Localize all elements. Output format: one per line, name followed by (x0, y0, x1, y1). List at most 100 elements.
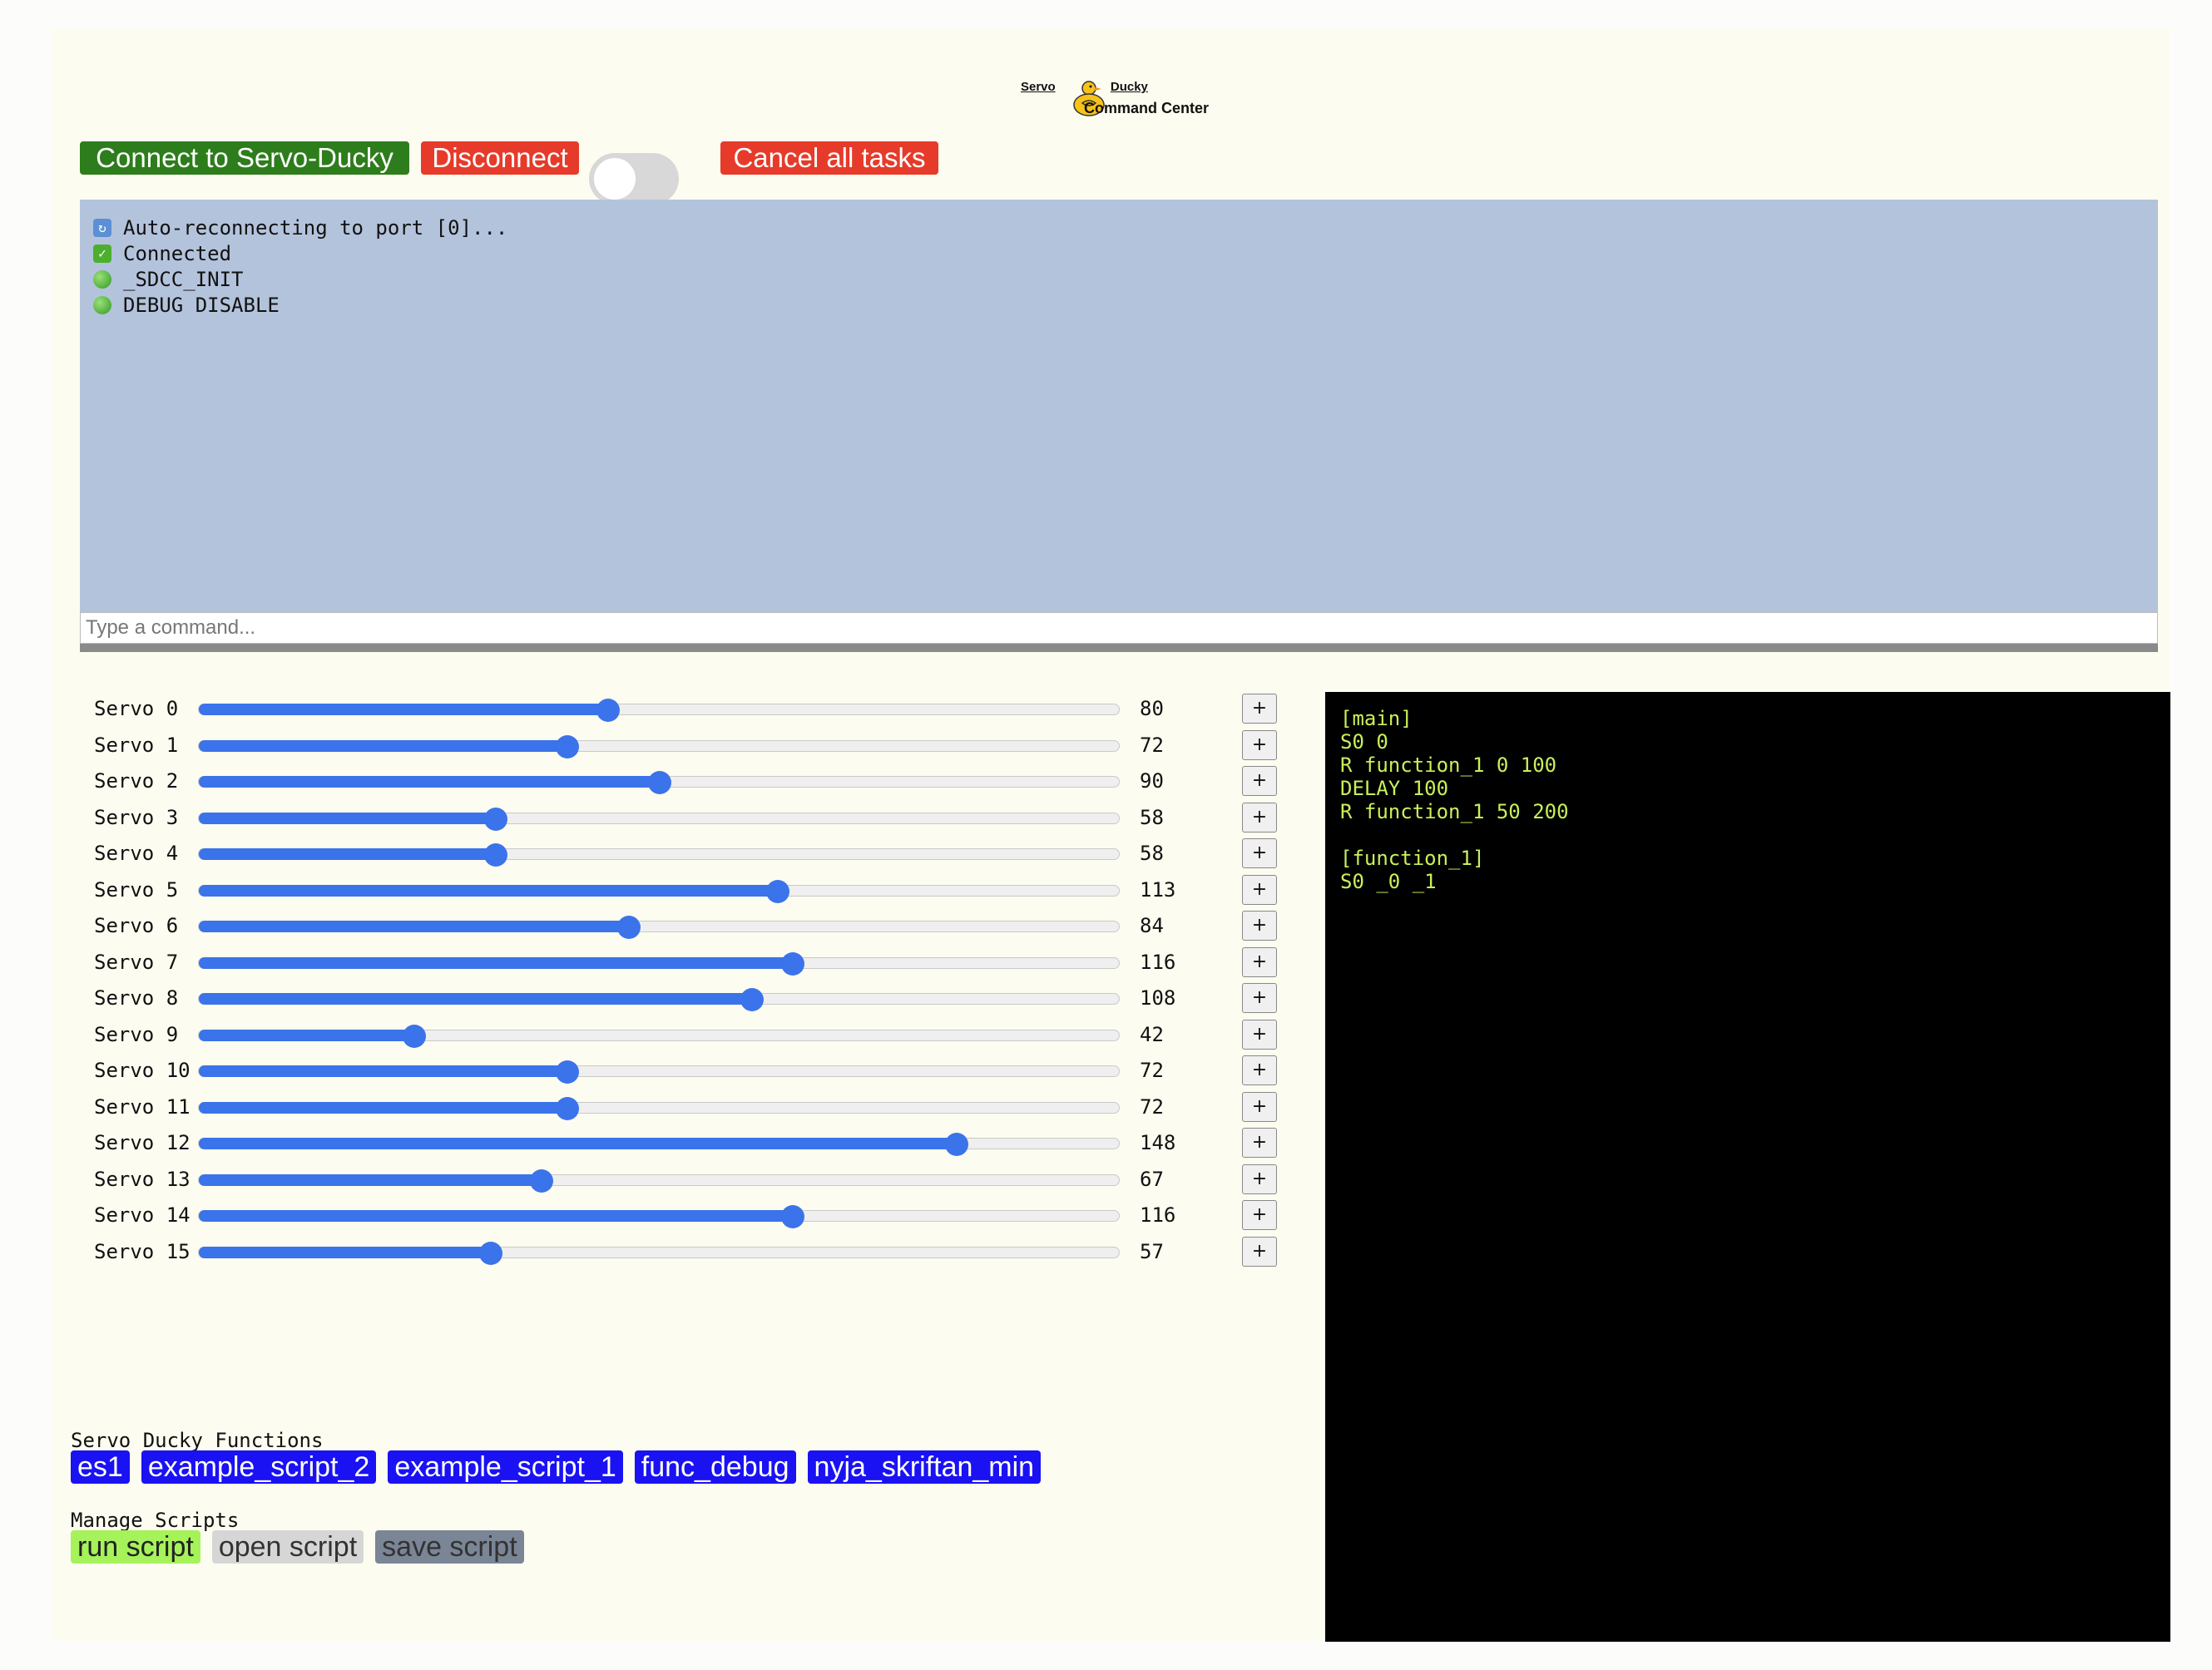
servo-slider-thumb[interactable] (740, 988, 764, 1011)
servo-slider-fill (199, 848, 497, 860)
servo-slider[interactable] (198, 1241, 1120, 1265)
servo-label: Servo 5 (94, 877, 179, 902)
servo-slider-thumb[interactable] (402, 1024, 426, 1048)
toggle-switch[interactable] (589, 153, 679, 205)
servo-slider[interactable] (198, 1133, 1120, 1156)
servo-row: Servo 7 116 + (94, 946, 1325, 984)
servo-value: 80 (1140, 697, 1164, 720)
servo-plus-button[interactable]: + (1242, 911, 1277, 941)
servo-plus-button[interactable]: + (1242, 694, 1277, 724)
servo-slider-thumb[interactable] (484, 807, 508, 831)
servo-plus-button[interactable]: + (1242, 1236, 1277, 1267)
servo-slider[interactable] (198, 879, 1120, 903)
servo-row: Servo 3 58 + (94, 802, 1325, 839)
servo-slider[interactable] (198, 1205, 1120, 1228)
servo-slider-thumb[interactable] (556, 1096, 580, 1120)
servo-slider[interactable] (198, 1096, 1120, 1120)
servo-slider[interactable] (198, 699, 1120, 722)
open-script-button[interactable]: open script (211, 1530, 364, 1564)
servo-slider[interactable] (198, 734, 1120, 758)
servo-plus-button[interactable]: + (1242, 838, 1277, 868)
function-button-nyja-skriftan-min[interactable]: nyja_skriftan_min (807, 1450, 1042, 1484)
function-button-example-script-2[interactable]: example_script_2 (141, 1450, 377, 1484)
function-button-func-debug[interactable]: func_debug (634, 1450, 796, 1484)
code-line: [function_1] (1340, 847, 1485, 870)
cancel-all-tasks-button[interactable]: Cancel all tasks (720, 141, 938, 175)
servo-slider-thumb[interactable] (556, 1060, 580, 1084)
servo-plus-button[interactable]: + (1242, 1128, 1277, 1158)
servo-plus-button[interactable]: + (1242, 1200, 1277, 1230)
servo-plus-button[interactable]: + (1242, 983, 1277, 1013)
servo-slider[interactable] (198, 807, 1120, 831)
servo-row: Servo 14 116 + (94, 1200, 1325, 1237)
servo-slider-thumb[interactable] (945, 1133, 969, 1156)
servo-slider[interactable] (198, 1060, 1120, 1084)
servo-row: Servo 0 80 + (94, 694, 1325, 730)
servo-row: Servo 8 108 + (94, 983, 1325, 1020)
servo-slider[interactable] (198, 843, 1120, 867)
app-logo: Servo Ducky Command Center (1021, 80, 1237, 146)
servo-plus-button[interactable]: + (1242, 802, 1277, 833)
servo-slider-thumb[interactable] (484, 843, 508, 867)
servo-plus-button[interactable]: + (1242, 874, 1277, 905)
manage-scripts-buttons: run script open script save script (71, 1530, 524, 1564)
servo-slider-fill (199, 956, 794, 969)
servo-slider-thumb[interactable] (648, 771, 671, 794)
servo-slider[interactable] (198, 951, 1120, 976)
connect-button[interactable]: Connect to Servo-Ducky (80, 141, 409, 175)
servo-row: Servo 4 58 + (94, 838, 1325, 875)
script-editor[interactable]: [main] S0 0R function_1 0 100 DELAY 100 R f… (1325, 692, 2170, 1642)
console-line: DEBUG DISABLE (93, 292, 2145, 318)
servo-plus-button[interactable]: + (1242, 1055, 1277, 1085)
disconnect-button[interactable]: Disconnect (421, 141, 579, 175)
app-window: Servo Ducky Command Center Connect to Se… (52, 28, 2170, 1642)
servo-row: Servo 5 113 + (94, 874, 1325, 912)
servo-label: Servo 14 (94, 1203, 191, 1227)
servo-slider-thumb[interactable] (781, 951, 805, 976)
servo-plus-button[interactable]: + (1242, 946, 1277, 977)
function-button-es1[interactable]: es1 (71, 1450, 130, 1484)
servo-slider-thumb[interactable] (556, 734, 580, 758)
servo-label: Servo 12 (94, 1131, 191, 1154)
servo-slider[interactable] (198, 916, 1120, 939)
servo-row: Servo 10 72 + (94, 1055, 1325, 1092)
servo-slider[interactable] (198, 1169, 1120, 1193)
save-script-button[interactable]: save script (375, 1530, 524, 1564)
servo-slider-thumb[interactable] (530, 1169, 554, 1193)
servo-slider-thumb[interactable] (478, 1241, 502, 1265)
console-log: ↻ Auto-reconnecting to port [0]... ✓ Con… (80, 200, 2158, 612)
code-line: S0 0 (1340, 730, 1388, 753)
servo-slider-thumb[interactable] (765, 879, 789, 903)
servo-slider-fill (199, 1029, 414, 1041)
servo-slider-fill (199, 1138, 958, 1149)
code-line: R function_1 50 200 (1340, 800, 1569, 823)
servo-plus-button[interactable]: + (1242, 1019, 1277, 1050)
function-button-example-script-1[interactable]: example_script_1 (388, 1450, 623, 1484)
command-input[interactable] (80, 612, 2158, 644)
servo-value: 72 (1140, 1059, 1164, 1082)
console-line-text: Auto-reconnecting to port [0]... (123, 215, 508, 240)
servo-slider-thumb[interactable] (596, 699, 621, 722)
logo-word-ducky: Ducky (1110, 80, 1148, 94)
servo-slider-thumb[interactable] (617, 916, 641, 939)
servo-slider[interactable] (198, 988, 1120, 1011)
servo-plus-button[interactable]: + (1242, 1091, 1277, 1122)
servo-slider-fill (199, 884, 778, 897)
servo-plus-button[interactable]: + (1242, 729, 1277, 760)
servo-value: 67 (1140, 1167, 1164, 1191)
servo-label: Servo 8 (94, 986, 179, 1010)
servo-plus-button[interactable]: + (1242, 1164, 1277, 1194)
servo-value: 57 (1140, 1239, 1164, 1263)
servo-row: Servo 9 42 + (94, 1019, 1325, 1056)
console-scrollbar[interactable] (80, 644, 2158, 652)
servo-slider-thumb[interactable] (781, 1205, 805, 1228)
run-script-button[interactable]: run script (71, 1530, 200, 1564)
servo-slider-fill (199, 739, 568, 752)
servo-plus-button[interactable]: + (1242, 766, 1277, 796)
console-line: _SDCC_INIT (93, 266, 2145, 292)
servo-slider[interactable] (198, 1024, 1120, 1048)
servo-slider[interactable] (198, 771, 1120, 794)
checkmark-icon: ✓ (93, 244, 111, 263)
servo-label: Servo 3 (94, 805, 179, 829)
